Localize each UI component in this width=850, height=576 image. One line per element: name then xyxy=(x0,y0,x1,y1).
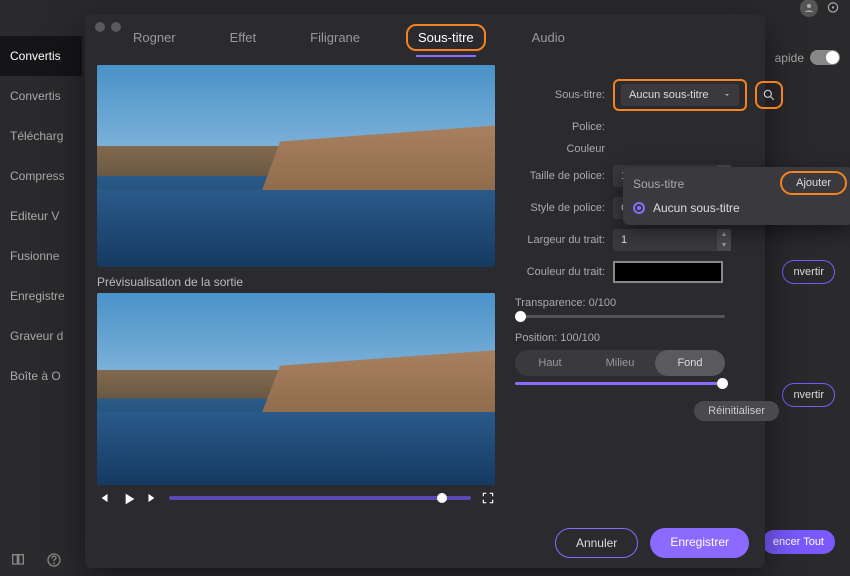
stroke-width-value: 1 xyxy=(621,234,627,246)
subtitle-select[interactable]: Aucun sous-titre xyxy=(621,84,739,106)
sidebar-item-convertis[interactable]: Convertis xyxy=(0,76,82,116)
save-button[interactable]: Enregistrer xyxy=(650,528,749,558)
tab-effect[interactable]: Effet xyxy=(222,24,265,51)
transparency-slider[interactable] xyxy=(515,315,725,318)
editor-modal: Rogner Effet Filigrane Sous-titre Audio … xyxy=(85,14,765,568)
toggle-switch[interactable] xyxy=(810,50,840,65)
position-label: Position: 100/100 xyxy=(515,332,783,344)
modal-footer: Annuler Enregistrer xyxy=(555,528,749,558)
sidebar-item-graveur[interactable]: Graveur d xyxy=(0,316,82,356)
quick-toggle: apide xyxy=(775,50,840,65)
prev-frame-icon[interactable] xyxy=(97,491,111,505)
label-stroke-color: Couleur du trait: xyxy=(515,266,605,278)
subtitle-dropdown-popup: Ajouter Sous-titre Aucun sous-titre xyxy=(623,167,850,225)
preview-output xyxy=(97,293,495,486)
stroke-color-swatch[interactable] xyxy=(613,261,723,283)
row-transparency: Transparence: 0/100 xyxy=(515,297,783,318)
modal-body: Prévisualisation de la sortie Sous-titre… xyxy=(85,51,765,515)
play-icon[interactable] xyxy=(121,491,135,505)
row-subtitle: Sous-titre: Aucun sous-titre xyxy=(515,79,783,111)
sidebar-item-compress[interactable]: Compress xyxy=(0,156,82,196)
seg-middle[interactable]: Milieu xyxy=(585,350,655,376)
label-subtitle: Sous-titre: xyxy=(515,89,605,101)
settings-column: Sous-titre: Aucun sous-titre Police: Cou… xyxy=(515,65,783,505)
position-segment: Haut Milieu Fond xyxy=(515,350,725,376)
radio-icon xyxy=(633,202,645,214)
label-stroke-width: Largeur du trait: xyxy=(515,234,605,246)
sidebar-item-enregistre[interactable]: Enregistre xyxy=(0,276,82,316)
tab-watermark[interactable]: Filigrane xyxy=(302,24,368,51)
sidebar-item-convertis-active[interactable]: Convertis xyxy=(0,36,82,76)
close-window-icon[interactable] xyxy=(95,22,105,32)
help-chat-icon[interactable] xyxy=(826,1,840,15)
transparency-label: Transparence: 0/100 xyxy=(515,297,783,309)
preview-column: Prévisualisation de la sortie xyxy=(97,65,495,505)
seg-top[interactable]: Haut xyxy=(515,350,585,376)
search-subtitle-button[interactable] xyxy=(755,81,783,109)
tab-subtitle[interactable]: Sous-titre xyxy=(406,24,486,51)
sidebar: Convertis Convertis Télécharg Compress E… xyxy=(0,36,82,396)
tab-audio[interactable]: Audio xyxy=(524,24,573,51)
player-controls xyxy=(97,491,495,505)
row-font: Police: xyxy=(515,121,783,133)
preview-output-label: Prévisualisation de la sortie xyxy=(97,275,495,289)
start-all-button[interactable]: encer Tout xyxy=(762,530,835,554)
convert-button-1[interactable]: nvertir xyxy=(782,260,835,284)
subtitle-select-highlight: Aucun sous-titre xyxy=(613,79,747,111)
fullscreen-icon[interactable] xyxy=(481,491,495,505)
sidebar-item-editeur[interactable]: Editeur V xyxy=(0,196,82,236)
position-slider[interactable] xyxy=(515,382,725,385)
cancel-button[interactable]: Annuler xyxy=(555,528,638,558)
row-color: Couleur xyxy=(515,143,783,155)
search-icon xyxy=(762,88,776,102)
option-none-label: Aucun sous-titre xyxy=(653,201,740,215)
add-subtitle-button[interactable]: Ajouter xyxy=(780,171,847,195)
modal-tabs: Rogner Effet Filigrane Sous-titre Audio xyxy=(85,14,765,51)
chevron-down-icon xyxy=(723,91,731,99)
tab-crop[interactable]: Rogner xyxy=(125,24,184,51)
label-color: Couleur xyxy=(515,143,605,155)
reset-button[interactable]: Réinitialiser xyxy=(694,401,779,421)
seg-bottom[interactable]: Fond xyxy=(655,350,725,376)
option-none[interactable]: Aucun sous-titre xyxy=(633,201,740,215)
preview-main xyxy=(97,65,495,267)
traffic-lights xyxy=(95,22,121,32)
stroke-width-input[interactable]: 1 ▲▼ xyxy=(613,229,731,251)
stroke-width-spinner[interactable]: ▲▼ xyxy=(717,229,731,251)
sidebar-item-boite[interactable]: Boîte à O xyxy=(0,356,82,396)
row-stroke-color: Couleur du trait: xyxy=(515,261,783,283)
label-style: Style de police: xyxy=(515,202,605,214)
subtitle-select-value: Aucun sous-titre xyxy=(629,89,708,101)
next-frame-icon[interactable] xyxy=(145,491,159,505)
timeline-slider[interactable] xyxy=(169,496,471,500)
help-icon[interactable] xyxy=(46,552,62,568)
sidebar-item-telecharg[interactable]: Télécharg xyxy=(0,116,82,156)
label-size: Taille de police: xyxy=(515,170,605,182)
avatar-icon[interactable] xyxy=(800,0,818,17)
row-stroke-width: Largeur du trait: 1 ▲▼ xyxy=(515,229,783,251)
label-font: Police: xyxy=(515,121,605,133)
row-position: Position: 100/100 Haut Milieu Fond xyxy=(515,332,783,385)
book-icon[interactable] xyxy=(10,552,26,568)
sidebar-item-fusionne[interactable]: Fusionne xyxy=(0,236,82,276)
minimize-window-icon[interactable] xyxy=(111,22,121,32)
sidebar-bottom xyxy=(10,552,62,568)
quick-label: apide xyxy=(775,51,804,65)
dropdown-row: Aucun sous-titre xyxy=(633,201,843,215)
convert-button-2[interactable]: nvertir xyxy=(782,383,835,407)
